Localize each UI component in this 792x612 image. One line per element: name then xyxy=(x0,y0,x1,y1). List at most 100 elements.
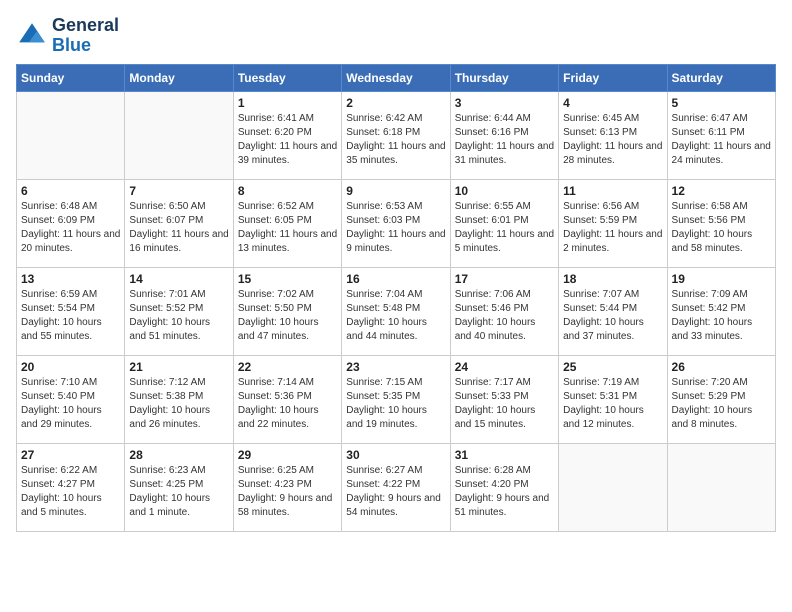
calendar-week-4: 20 Sunrise: 7:10 AM Sunset: 5:40 PM Dayli… xyxy=(17,355,776,443)
calendar-week-3: 13 Sunrise: 6:59 AM Sunset: 5:54 PM Dayli… xyxy=(17,267,776,355)
cell-info: Sunrise: 6:28 AM Sunset: 4:20 PM Dayligh… xyxy=(455,464,554,520)
day-number: 4 xyxy=(563,96,662,110)
cell-info: Sunrise: 6:53 AM Sunset: 6:03 PM Dayligh… xyxy=(346,200,445,256)
col-header-sunday: Sunday xyxy=(17,64,125,91)
calendar-cell: 31 Sunrise: 6:28 AM Sunset: 4:20 PM Dayli… xyxy=(450,443,558,531)
day-number: 17 xyxy=(455,272,554,286)
calendar-cell: 26 Sunrise: 7:20 AM Sunset: 5:29 PM Dayli… xyxy=(667,355,775,443)
calendar-cell: 1Sunrise: 6:41 AM Sunset: 6:20 PM Daylig… xyxy=(233,91,341,179)
cell-info: Sunrise: 7:17 AM Sunset: 5:33 PM Dayligh… xyxy=(455,376,554,432)
day-number: 28 xyxy=(129,448,228,462)
calendar-table: SundayMondayTuesdayWednesdayThursdayFrid… xyxy=(16,64,776,532)
day-number: 21 xyxy=(129,360,228,374)
day-number: 19 xyxy=(672,272,771,286)
calendar-cell: 29 Sunrise: 6:25 AM Sunset: 4:23 PM Dayli… xyxy=(233,443,341,531)
cell-info: Sunrise: 6:41 AM Sunset: 6:20 PM Dayligh… xyxy=(238,112,337,168)
calendar-cell: 3Sunrise: 6:44 AM Sunset: 6:16 PM Daylig… xyxy=(450,91,558,179)
col-header-wednesday: Wednesday xyxy=(342,64,450,91)
cell-info: Sunrise: 7:12 AM Sunset: 5:38 PM Dayligh… xyxy=(129,376,228,432)
day-number: 20 xyxy=(21,360,120,374)
day-number: 7 xyxy=(129,184,228,198)
calendar-cell: 21 Sunrise: 7:12 AM Sunset: 5:38 PM Dayli… xyxy=(125,355,233,443)
day-number: 12 xyxy=(672,184,771,198)
calendar-cell xyxy=(667,443,775,531)
cell-info: Sunrise: 7:19 AM Sunset: 5:31 PM Dayligh… xyxy=(563,376,662,432)
cell-info: Sunrise: 7:20 AM Sunset: 5:29 PM Dayligh… xyxy=(672,376,771,432)
calendar-week-1: 1Sunrise: 6:41 AM Sunset: 6:20 PM Daylig… xyxy=(17,91,776,179)
day-number: 29 xyxy=(238,448,337,462)
calendar-cell: 8Sunrise: 6:52 AM Sunset: 6:05 PM Daylig… xyxy=(233,179,341,267)
cell-info: Sunrise: 7:14 AM Sunset: 5:36 PM Dayligh… xyxy=(238,376,337,432)
calendar-cell xyxy=(125,91,233,179)
calendar-cell: 28 Sunrise: 6:23 AM Sunset: 4:25 PM Dayli… xyxy=(125,443,233,531)
calendar-cell: 12 Sunrise: 6:58 AM Sunset: 5:56 PM Dayli… xyxy=(667,179,775,267)
logo-text: General Blue xyxy=(52,16,119,56)
calendar-cell: 9 Sunrise: 6:53 AM Sunset: 6:03 PM Daylig… xyxy=(342,179,450,267)
calendar-cell: 30 Sunrise: 6:27 AM Sunset: 4:22 PM Dayli… xyxy=(342,443,450,531)
day-number: 31 xyxy=(455,448,554,462)
day-number: 25 xyxy=(563,360,662,374)
col-header-saturday: Saturday xyxy=(667,64,775,91)
calendar-week-5: 27Sunrise: 6:22 AM Sunset: 4:27 PM Dayli… xyxy=(17,443,776,531)
cell-info: Sunrise: 6:59 AM Sunset: 5:54 PM Dayligh… xyxy=(21,288,120,344)
calendar-cell xyxy=(17,91,125,179)
calendar-cell: 15 Sunrise: 7:02 AM Sunset: 5:50 PM Dayli… xyxy=(233,267,341,355)
cell-info: Sunrise: 6:23 AM Sunset: 4:25 PM Dayligh… xyxy=(129,464,228,520)
calendar-cell: 4 Sunrise: 6:45 AM Sunset: 6:13 PM Daylig… xyxy=(559,91,667,179)
cell-info: Sunrise: 6:22 AM Sunset: 4:27 PM Dayligh… xyxy=(21,464,120,520)
day-number: 30 xyxy=(346,448,445,462)
calendar-cell: 24 Sunrise: 7:17 AM Sunset: 5:33 PM Dayli… xyxy=(450,355,558,443)
cell-info: Sunrise: 6:45 AM Sunset: 6:13 PM Dayligh… xyxy=(563,112,662,168)
calendar-cell xyxy=(559,443,667,531)
day-number: 6 xyxy=(21,184,120,198)
cell-info: Sunrise: 7:01 AM Sunset: 5:52 PM Dayligh… xyxy=(129,288,228,344)
cell-info: Sunrise: 6:55 AM Sunset: 6:01 PM Dayligh… xyxy=(455,200,554,256)
calendar-cell: 7Sunrise: 6:50 AM Sunset: 6:07 PM Daylig… xyxy=(125,179,233,267)
day-number: 9 xyxy=(346,184,445,198)
day-number: 23 xyxy=(346,360,445,374)
day-number: 15 xyxy=(238,272,337,286)
day-number: 11 xyxy=(563,184,662,198)
calendar-cell: 17 Sunrise: 7:06 AM Sunset: 5:46 PM Dayli… xyxy=(450,267,558,355)
logo-icon xyxy=(16,20,48,52)
col-header-friday: Friday xyxy=(559,64,667,91)
cell-info: Sunrise: 7:02 AM Sunset: 5:50 PM Dayligh… xyxy=(238,288,337,344)
calendar-cell: 23 Sunrise: 7:15 AM Sunset: 5:35 PM Dayli… xyxy=(342,355,450,443)
calendar-cell: 20 Sunrise: 7:10 AM Sunset: 5:40 PM Dayli… xyxy=(17,355,125,443)
cell-info: Sunrise: 7:09 AM Sunset: 5:42 PM Dayligh… xyxy=(672,288,771,344)
cell-info: Sunrise: 6:52 AM Sunset: 6:05 PM Dayligh… xyxy=(238,200,337,256)
cell-info: Sunrise: 6:58 AM Sunset: 5:56 PM Dayligh… xyxy=(672,200,771,256)
calendar-cell: 2 Sunrise: 6:42 AM Sunset: 6:18 PM Daylig… xyxy=(342,91,450,179)
cell-info: Sunrise: 6:25 AM Sunset: 4:23 PM Dayligh… xyxy=(238,464,337,520)
cell-info: Sunrise: 6:48 AM Sunset: 6:09 PM Dayligh… xyxy=(21,200,120,256)
calendar-cell: 18 Sunrise: 7:07 AM Sunset: 5:44 PM Dayli… xyxy=(559,267,667,355)
day-number: 13 xyxy=(21,272,120,286)
day-number: 2 xyxy=(346,96,445,110)
calendar-cell: 10 Sunrise: 6:55 AM Sunset: 6:01 PM Dayli… xyxy=(450,179,558,267)
day-number: 3 xyxy=(455,96,554,110)
day-number: 16 xyxy=(346,272,445,286)
col-header-thursday: Thursday xyxy=(450,64,558,91)
page-header: General Blue xyxy=(16,16,776,56)
calendar-cell: 5Sunrise: 6:47 AM Sunset: 6:11 PM Daylig… xyxy=(667,91,775,179)
day-number: 10 xyxy=(455,184,554,198)
calendar-cell: 6 Sunrise: 6:48 AM Sunset: 6:09 PM Daylig… xyxy=(17,179,125,267)
cell-info: Sunrise: 6:42 AM Sunset: 6:18 PM Dayligh… xyxy=(346,112,445,168)
calendar-cell: 19 Sunrise: 7:09 AM Sunset: 5:42 PM Dayli… xyxy=(667,267,775,355)
calendar-cell: 27Sunrise: 6:22 AM Sunset: 4:27 PM Dayli… xyxy=(17,443,125,531)
cell-info: Sunrise: 7:10 AM Sunset: 5:40 PM Dayligh… xyxy=(21,376,120,432)
cell-info: Sunrise: 6:27 AM Sunset: 4:22 PM Dayligh… xyxy=(346,464,445,520)
col-header-monday: Monday xyxy=(125,64,233,91)
cell-info: Sunrise: 7:07 AM Sunset: 5:44 PM Dayligh… xyxy=(563,288,662,344)
calendar-cell: 14 Sunrise: 7:01 AM Sunset: 5:52 PM Dayli… xyxy=(125,267,233,355)
calendar-cell: 25 Sunrise: 7:19 AM Sunset: 5:31 PM Dayli… xyxy=(559,355,667,443)
day-number: 24 xyxy=(455,360,554,374)
cell-info: Sunrise: 7:15 AM Sunset: 5:35 PM Dayligh… xyxy=(346,376,445,432)
cell-info: Sunrise: 7:04 AM Sunset: 5:48 PM Dayligh… xyxy=(346,288,445,344)
day-number: 5 xyxy=(672,96,771,110)
day-number: 26 xyxy=(672,360,771,374)
day-number: 14 xyxy=(129,272,228,286)
calendar-cell: 11Sunrise: 6:56 AM Sunset: 5:59 PM Dayli… xyxy=(559,179,667,267)
day-number: 18 xyxy=(563,272,662,286)
cell-info: Sunrise: 7:06 AM Sunset: 5:46 PM Dayligh… xyxy=(455,288,554,344)
